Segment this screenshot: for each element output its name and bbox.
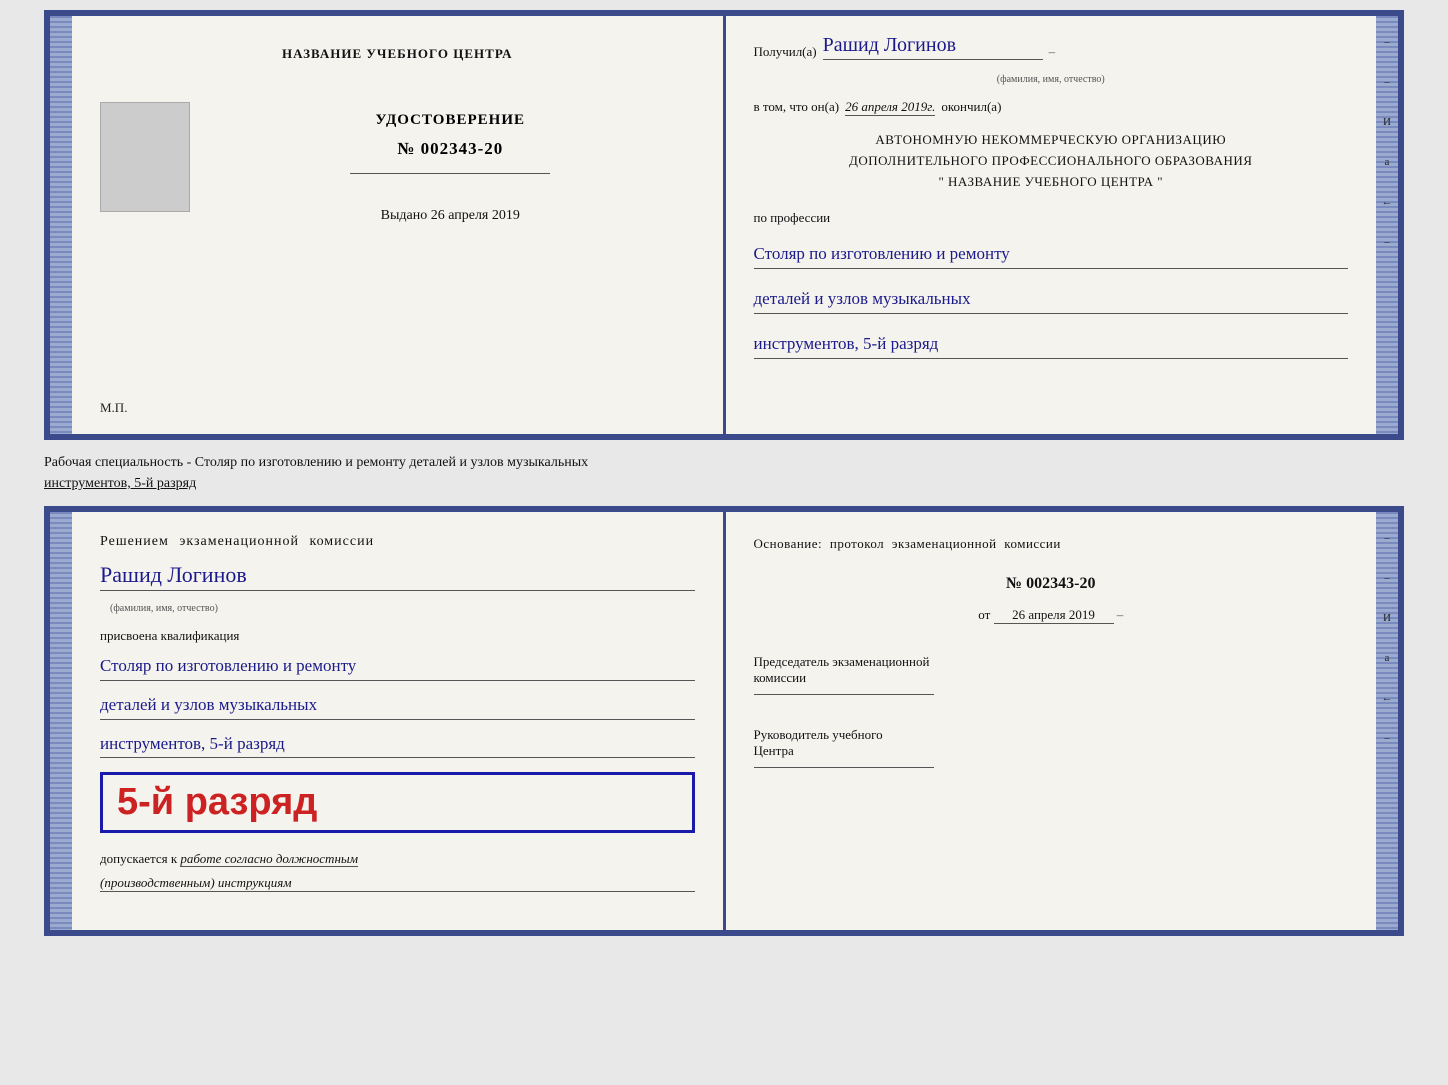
director-title2: Центра bbox=[754, 743, 1349, 759]
допуск-italic: работе согласно должностным bbox=[180, 851, 358, 867]
profession-line1: Столяр по изготовлению и ремонту bbox=[754, 242, 1349, 269]
org-block: АВТОНОМНУЮ НЕКОММЕРЧЕСКУЮ ОРГАНИЗАЦИЮ ДО… bbox=[754, 130, 1349, 192]
director-title: Руководитель учебного bbox=[754, 727, 1349, 743]
cert-issued: Выдано 26 апреля 2019 bbox=[381, 208, 520, 224]
komissia-title: Решением экзаменационной комиссии bbox=[100, 534, 695, 550]
qual-line1: Столяр по изготовлению и ремонту bbox=[100, 654, 695, 681]
bottom-right-page: Основание: протокол экзаменационной коми… bbox=[726, 512, 1377, 930]
допуск-line: допускается к работе согласно должностны… bbox=[100, 851, 695, 867]
cert-number: № 002343-20 bbox=[397, 139, 503, 159]
director-block: Руководитель учебного Центра bbox=[754, 727, 1349, 770]
bottom-left-spine bbox=[50, 512, 72, 930]
org-line3: " НАЗВАНИЕ УЧЕБНОГО ЦЕНТРА " bbox=[754, 172, 1349, 193]
bottom-left-page: Решением экзаменационной комиссии Рашид … bbox=[72, 512, 726, 930]
date-line: в том, что он(а) 26 апреля 2019г. окончи… bbox=[754, 99, 1349, 116]
top-right-page: Получил(а) Рашид Логинов – (фамилия, имя… bbox=[726, 16, 1377, 434]
osnov-label: Основание: протокол экзаменационной коми… bbox=[754, 534, 1349, 555]
bottom-recipient-name: Рашид Логинов bbox=[100, 562, 695, 591]
mp-label: М.П. bbox=[100, 400, 127, 416]
recipient-name: Рашид Логинов bbox=[823, 34, 1043, 60]
chairman-title: Председатель экзаменационной bbox=[754, 654, 1349, 670]
chairman-title2: комиссии bbox=[754, 670, 1349, 686]
bottom-fio-label: (фамилия, имя, отчество) bbox=[110, 603, 695, 614]
date-value: 26 апреля 2019г. bbox=[845, 99, 935, 116]
between-text-underlined: инструментов, 5-й разряд bbox=[44, 476, 196, 491]
cert-label: УДОСТОВЕРЕНИЕ bbox=[376, 112, 526, 129]
допуск-italic2: (производственным) инструкциям bbox=[100, 875, 695, 892]
right-spine-bottom: – – И а ← – bbox=[1376, 512, 1398, 930]
bottom-document-spread: Решением экзаменационной комиссии Рашид … bbox=[44, 506, 1404, 936]
recipient-line: Получил(а) Рашид Логинов – bbox=[754, 34, 1349, 60]
finished-label: окончил(а) bbox=[941, 99, 1001, 115]
cert-divider bbox=[350, 173, 550, 174]
cert-center-info: УДОСТОВЕРЕНИЕ № 002343-20 Выдано 26 апре… bbox=[206, 102, 695, 224]
between-label: Рабочая специальность - Столяр по изгото… bbox=[44, 448, 1404, 498]
in-that-prefix: в том, что он(а) bbox=[754, 99, 840, 115]
chairman-sign-line bbox=[754, 694, 934, 695]
between-text-main: Рабочая специальность - Столяр по изгото… bbox=[44, 455, 588, 470]
org-line1: АВТОНОМНУЮ НЕКОММЕРЧЕСКУЮ ОРГАНИЗАЦИЮ bbox=[754, 130, 1349, 151]
big-grade-text: 5-й разряд bbox=[117, 781, 317, 823]
right-spine-top: – – И а ← – bbox=[1376, 16, 1398, 434]
profession-line2: деталей и узлов музыкальных bbox=[754, 287, 1349, 314]
top-left-title: НАЗВАНИЕ УЧЕБНОГО ЦЕНТРА bbox=[282, 46, 513, 62]
ot-label: от bbox=[978, 607, 990, 622]
org-line2: ДОПОЛНИТЕЛЬНОГО ПРОФЕССИОНАЛЬНОГО ОБРАЗО… bbox=[754, 151, 1349, 172]
dash: – bbox=[1049, 44, 1056, 60]
ot-date: 26 апреля 2019 bbox=[994, 607, 1114, 624]
director-sign-line bbox=[754, 767, 934, 768]
ot-date-line: от 26 апреля 2019 – bbox=[754, 607, 1349, 624]
qual-line3: инструментов, 5-й разряд bbox=[100, 732, 695, 759]
chairman-block: Председатель экзаменационной комиссии bbox=[754, 654, 1349, 697]
top-left-page: НАЗВАНИЕ УЧЕБНОГО ЦЕНТРА УДОСТОВЕРЕНИЕ №… bbox=[72, 16, 726, 434]
top-document-spread: НАЗВАНИЕ УЧЕБНОГО ЦЕНТРА УДОСТОВЕРЕНИЕ №… bbox=[44, 10, 1404, 440]
protocol-number: № 002343-20 bbox=[754, 575, 1349, 593]
profession-line3: инструментов, 5-й разряд bbox=[754, 332, 1349, 359]
received-prefix: Получил(а) bbox=[754, 44, 817, 60]
profession-label: по профессии bbox=[754, 210, 1349, 226]
fio-label-top: (фамилия, имя, отчество) bbox=[754, 74, 1349, 85]
cert-photo bbox=[100, 102, 190, 212]
допуск-prefix: допускается к bbox=[100, 851, 177, 866]
qual-line2: деталей и узлов музыкальных bbox=[100, 693, 695, 720]
cert-box: УДОСТОВЕРЕНИЕ № 002343-20 Выдано 26 апре… bbox=[100, 102, 695, 224]
assigned-label: присвоена квалификация bbox=[100, 628, 695, 644]
big-grade-box: 5-й разряд bbox=[100, 772, 695, 833]
left-spine bbox=[50, 16, 72, 434]
